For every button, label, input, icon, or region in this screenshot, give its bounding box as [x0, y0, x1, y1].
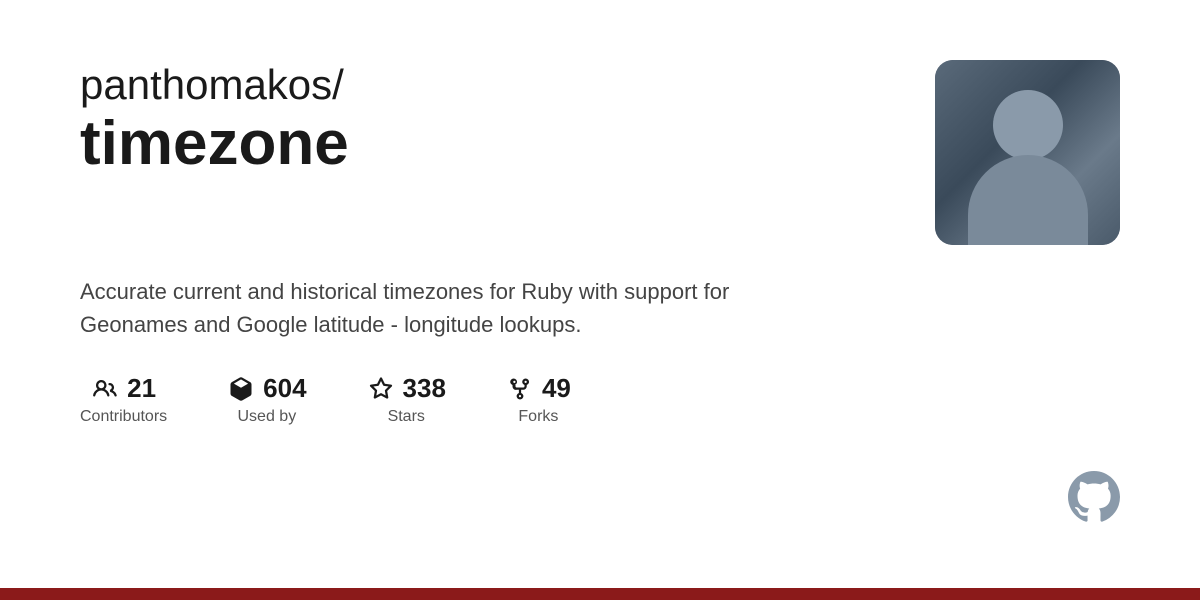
stats-row: 21 Contributors 604 Used by	[80, 373, 1120, 426]
package-icon	[227, 375, 255, 403]
avatar-image	[935, 60, 1120, 245]
repo-description: Accurate current and historical timezone…	[80, 275, 780, 341]
repo-name[interactable]: timezone	[80, 110, 895, 178]
stat-used-by-top: 604	[227, 373, 306, 404]
contributors-number: 21	[127, 373, 156, 404]
stat-forks[interactable]: 49 Forks	[506, 373, 571, 426]
stat-stars[interactable]: 338 Stars	[367, 373, 446, 426]
contributors-icon	[91, 375, 119, 403]
repo-owner[interactable]: panthomakos/	[80, 60, 895, 110]
contributors-label: Contributors	[80, 408, 167, 426]
used-by-label: Used by	[238, 408, 297, 426]
repo-header: panthomakos/ timezone	[80, 60, 1120, 245]
stars-label: Stars	[388, 408, 425, 426]
stat-forks-top: 49	[506, 373, 571, 404]
forks-number: 49	[542, 373, 571, 404]
used-by-number: 604	[263, 373, 306, 404]
stat-stars-top: 338	[367, 373, 446, 404]
repo-title-block: panthomakos/ timezone	[80, 60, 895, 179]
content-area: panthomakos/ timezone Accurate current a…	[0, 0, 1200, 588]
main-container: panthomakos/ timezone Accurate current a…	[0, 0, 1200, 600]
stat-contributors[interactable]: 21 Contributors	[80, 373, 167, 426]
stars-number: 338	[403, 373, 446, 404]
fork-icon	[506, 375, 534, 403]
star-icon	[367, 375, 395, 403]
stat-contributors-top: 21	[91, 373, 156, 404]
bottom-bar	[0, 588, 1200, 600]
github-logo[interactable]	[1068, 471, 1120, 528]
avatar	[935, 60, 1120, 245]
stat-used-by[interactable]: 604 Used by	[227, 373, 306, 426]
forks-label: Forks	[518, 408, 558, 426]
